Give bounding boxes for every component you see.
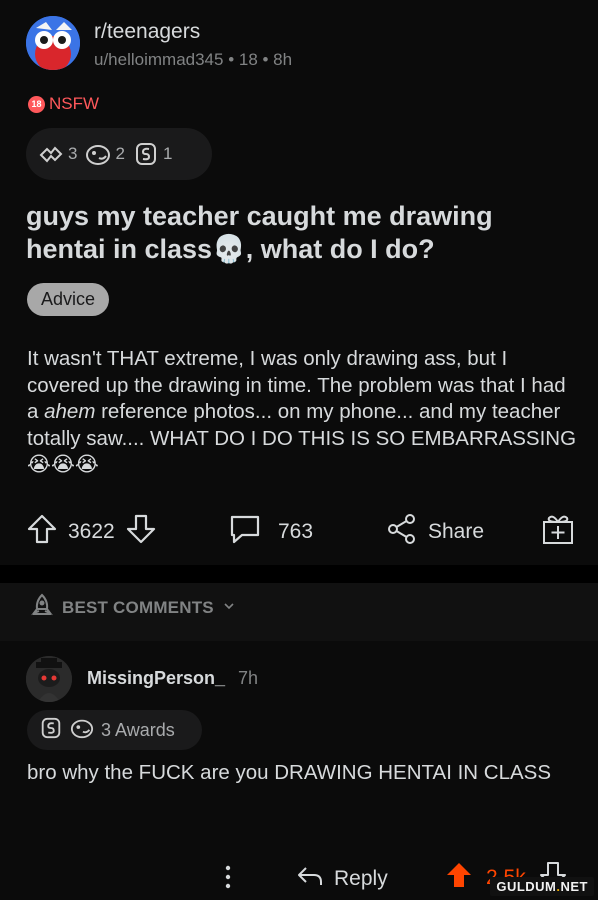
subreddit-avatar[interactable] <box>26 16 80 70</box>
post-title[interactable]: guys my teacher caught me drawing hentai… <box>26 200 566 266</box>
silly-award-icon <box>85 141 111 167</box>
more-options-button[interactable] <box>220 863 236 897</box>
award-item: 3 <box>38 141 77 167</box>
post-flair[interactable]: Advice <box>27 283 110 316</box>
post-actions: 3622 763 Share <box>0 507 598 553</box>
gift-icon <box>541 512 575 552</box>
comment-time: 7h <box>238 668 259 688</box>
comment-user-avatar[interactable] <box>26 656 72 702</box>
comment-count: 763 <box>278 520 314 543</box>
award-button[interactable] <box>541 512 575 552</box>
nsfw-tag: 18 NSFW <box>28 94 99 114</box>
nsfw-label: NSFW <box>49 94 100 113</box>
award-item: 1 <box>133 141 172 167</box>
reply-label: Reply <box>334 867 388 890</box>
upvote-arrow-icon[interactable] <box>446 861 472 895</box>
share-icon <box>386 513 418 551</box>
rocket-icon <box>30 593 54 622</box>
post-body: It wasn't THAT extreme, I was only drawi… <box>27 346 577 479</box>
silver-award-icon <box>39 716 63 745</box>
watermark-logo: GULDUM.NET <box>490 877 594 896</box>
post-awards[interactable]: 3 2 1 <box>26 128 212 180</box>
share-label: Share <box>428 520 485 543</box>
chevron-down-icon <box>222 598 236 618</box>
more-dots-icon <box>220 863 236 897</box>
sort-selector[interactable]: BEST COMMENTS <box>30 593 236 622</box>
post-meta[interactable]: u/helloimmad345 • 18 • 8h <box>94 50 292 70</box>
downvote-arrow-icon[interactable] <box>125 513 157 551</box>
post-body-emphasis: ahem <box>44 400 96 423</box>
reply-arrow-icon <box>296 863 324 895</box>
award-count: 1 <box>162 144 173 163</box>
silly-award-icon <box>69 716 95 745</box>
award-count: 3 <box>68 144 78 163</box>
post-card: r/teenagers u/helloimmad345 • 18 • 8h 18… <box>0 0 598 565</box>
watermark-text: NET <box>560 879 588 894</box>
vote-count: 3622 <box>68 520 115 543</box>
subreddit-name[interactable]: r/teenagers <box>94 20 200 44</box>
wholesome-award-icon <box>38 141 64 167</box>
vote-group: 3622 <box>26 513 157 551</box>
comment-card: MissingPerson_ 7h 3 Awards bro why the F… <box>0 641 598 900</box>
comment-bubble-icon <box>228 513 262 551</box>
nsfw-18-icon: 18 <box>28 95 45 113</box>
award-count: 2 <box>115 144 125 163</box>
comments-button[interactable]: 763 <box>228 513 313 551</box>
award-item: 2 <box>85 141 125 167</box>
sort-label: BEST COMMENTS <box>62 597 214 617</box>
awards-count-label: 3 Awards <box>101 719 175 740</box>
comment-awards[interactable]: 3 Awards <box>27 710 202 750</box>
silver-award-icon <box>133 141 159 167</box>
share-button[interactable]: Share <box>386 513 484 551</box>
reply-button[interactable]: Reply <box>296 863 388 895</box>
comment-username[interactable]: MissingPerson_ <box>87 668 225 689</box>
post-body-text: reference photos... on my phone... and m… <box>27 400 577 476</box>
section-separator <box>0 565 598 583</box>
comment-body: bro why the FUCK are you DRAWING HENTAI … <box>27 761 552 784</box>
comment-sort-bar[interactable]: BEST COMMENTS <box>0 583 598 641</box>
watermark-text: GULDUM <box>496 879 557 894</box>
upvote-arrow-icon[interactable] <box>26 513 58 551</box>
